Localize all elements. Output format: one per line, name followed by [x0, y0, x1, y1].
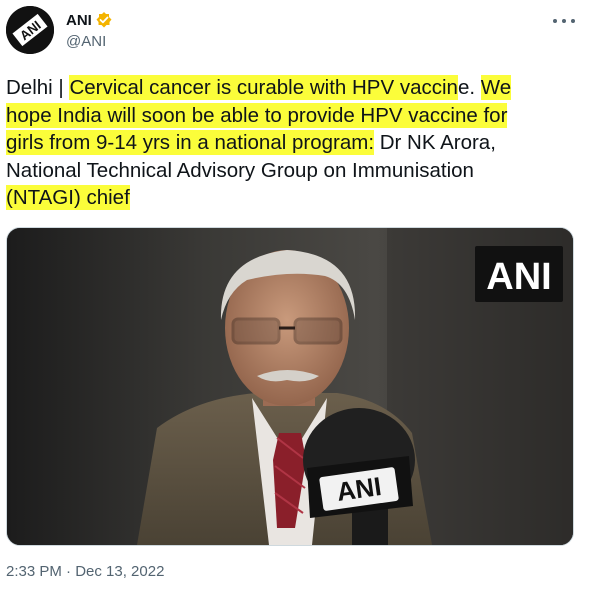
tweet-text-segment: Dr NK Arora,	[374, 131, 496, 154]
tweet-card: ANI ANI @ANI Delhi | Cervical cancer is …	[0, 0, 589, 594]
tweet-text-segment: e.	[457, 76, 481, 99]
highlighted-text: We	[480, 75, 512, 100]
tweet-media-image[interactable]: ANI ANI	[6, 227, 574, 546]
tweet-line-2: hope India will soon be able to provide …	[6, 102, 584, 130]
tweet-timestamp[interactable]: 2:33 PM · Dec 13, 2022	[6, 563, 164, 580]
author-display-name[interactable]: ANI	[66, 12, 92, 29]
highlighted-text: Cervical cancer is curable with HPV vacc…	[69, 75, 458, 100]
ani-watermark: ANI	[486, 256, 551, 298]
tweet-line-5: (NTAGI) chief	[6, 184, 584, 212]
author-avatar[interactable]: ANI	[6, 6, 54, 54]
tweet-line-1: Delhi | Cervical cancer is curable with …	[6, 74, 584, 102]
highlighted-text: hope India will soon be able to provide …	[6, 102, 508, 128]
highlighted-text: girls from 9-14 yrs in a national progra…	[6, 130, 375, 155]
tweet-line-4: National Technical Advisory Group on Imm…	[6, 158, 474, 182]
author-handle[interactable]: @ANI	[66, 33, 106, 50]
verified-badge-icon	[95, 11, 113, 29]
highlighted-text: (NTAGI) chief	[6, 185, 130, 210]
tweet-text-segment: Delhi |	[6, 76, 70, 99]
mic-flag-label: ANI	[335, 471, 384, 507]
more-options-icon[interactable]	[553, 12, 575, 30]
tweet-text: Delhi | Cervical cancer is curable with …	[6, 74, 584, 212]
tweet-line-3: girls from 9-14 yrs in a national progra…	[6, 129, 584, 157]
ani-logo-icon: ANI	[6, 6, 54, 54]
